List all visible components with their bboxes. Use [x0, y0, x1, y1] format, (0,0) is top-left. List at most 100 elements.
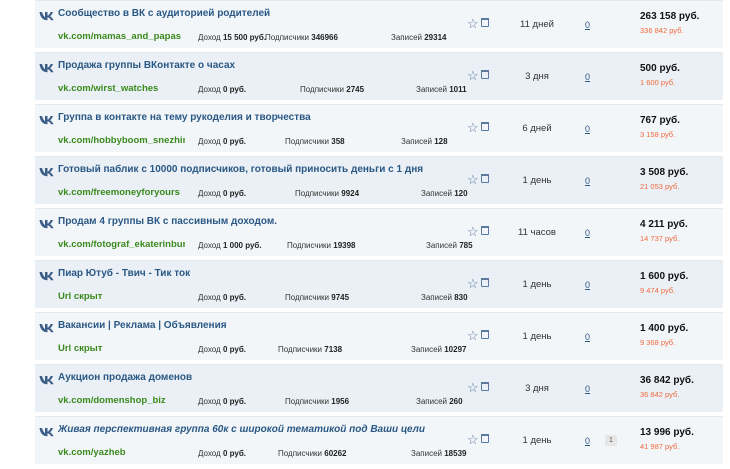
subscribers-label: Подписчики — [300, 85, 345, 94]
posts-stat: Записей 29314 — [391, 33, 446, 42]
posts-value: 260 — [449, 397, 463, 406]
posts-label: Записей — [421, 189, 452, 198]
listing-age: 6 дней — [522, 123, 552, 134]
old-price: 36 842 руб. — [640, 390, 680, 399]
vk-logo-icon — [39, 168, 54, 177]
listing-title-link[interactable]: Сообщество в ВК с аудиторией родителей — [58, 8, 270, 19]
star-icon[interactable]: ☆ — [467, 433, 479, 446]
price: 3 508 руб. — [640, 167, 689, 178]
star-icon[interactable]: ☆ — [467, 225, 479, 238]
comments-count-link[interactable]: 0 — [585, 436, 590, 446]
listing-url-link[interactable]: Url скрыт — [58, 343, 185, 354]
vk-logo-icon — [39, 220, 54, 229]
posts-value: 18539 — [444, 449, 467, 458]
star-icon[interactable]: ☆ — [467, 121, 479, 134]
listing-row[interactable]: Пиар Ютуб - Твич - Тик ток Url скрыт Дох… — [35, 260, 723, 308]
listing-title-link[interactable]: Живая перспективная группа 60к с широкой… — [58, 424, 425, 435]
comments-count-link[interactable]: 0 — [585, 228, 590, 238]
listing-row[interactable]: Продажа группы ВКонтакте о часах vk.com/… — [35, 52, 723, 100]
comments-count-link[interactable]: 0 — [585, 280, 590, 290]
trash-icon[interactable] — [481, 434, 489, 443]
subscribers-label: Подписчики — [285, 137, 330, 146]
comments-count-link[interactable]: 0 — [585, 176, 590, 186]
listing-url-link[interactable]: vk.com/fotograf_ekaterinburg — [58, 239, 185, 250]
trash-icon[interactable] — [481, 18, 489, 27]
listing-age: 11 дней — [520, 19, 554, 30]
listing-url-link[interactable]: vk.com/domenshop_biz — [58, 395, 185, 406]
subscribers-label: Подписчики — [285, 397, 330, 406]
trash-icon[interactable] — [481, 226, 489, 235]
income-value: 0 руб. — [222, 293, 247, 302]
listing-title-link[interactable]: Группа в контакте на тему рукоделия и тв… — [58, 112, 311, 123]
subscribers-stat: Подписчики 346966 — [265, 33, 338, 42]
star-icon[interactable]: ☆ — [467, 277, 479, 290]
income-label: Доход — [198, 241, 221, 250]
price: 1 400 руб. — [640, 323, 689, 334]
comments-count-link[interactable]: 0 — [585, 20, 590, 30]
listing-row[interactable]: Готовый паблик с 10000 подписчиков, гото… — [35, 156, 723, 204]
star-icon[interactable]: ☆ — [467, 329, 479, 342]
subscribers-label: Подписчики — [287, 241, 332, 250]
trash-icon[interactable] — [481, 330, 489, 339]
listing-title-link[interactable]: Аукцион продажа доменов — [58, 372, 192, 383]
star-icon[interactable]: ☆ — [467, 381, 479, 394]
listing-title-link[interactable]: Продам 4 группы ВК с пассивным доходом. — [58, 216, 277, 227]
trash-icon[interactable] — [481, 70, 489, 79]
listing-row[interactable]: Вакансии | Реклама | Объявления Url скры… — [35, 312, 723, 360]
income-value: 15 500 руб. — [222, 33, 267, 42]
price: 263 158 руб. — [640, 11, 700, 22]
listing-row[interactable]: Группа в контакте на тему рукоделия и тв… — [35, 104, 723, 152]
comments-count-link[interactable]: 0 — [585, 124, 590, 134]
subscribers-value: 358 — [331, 137, 345, 146]
subscribers-value: 7138 — [324, 345, 343, 354]
trash-icon[interactable] — [481, 278, 489, 287]
posts-stat: Записей 128 — [401, 137, 448, 146]
listing-title-link[interactable]: Продажа группы ВКонтакте о часах — [58, 60, 235, 71]
old-price: 21 053 руб. — [640, 182, 680, 191]
income-label: Доход — [198, 33, 221, 42]
posts-label: Записей — [426, 241, 457, 250]
trash-icon[interactable] — [481, 122, 489, 131]
posts-value: 10297 — [444, 345, 467, 354]
listing-age: 1 день — [522, 279, 552, 290]
listing-url-link[interactable]: vk.com/yazheb — [58, 447, 185, 458]
comments-count-link[interactable]: 0 — [585, 332, 590, 342]
star-icon[interactable]: ☆ — [467, 69, 479, 82]
star-icon[interactable]: ☆ — [467, 17, 479, 30]
price: 1 600 руб. — [640, 271, 689, 282]
vk-logo-icon — [39, 12, 54, 21]
income-value: 0 руб. — [222, 345, 247, 354]
posts-value: 128 — [434, 137, 448, 146]
comments-count-link[interactable]: 0 — [585, 72, 590, 82]
posts-value: 785 — [459, 241, 473, 250]
posts-value: 1011 — [449, 85, 467, 94]
listing-title-link[interactable]: Пиар Ютуб - Твич - Тик ток — [58, 268, 190, 279]
comments-count-link[interactable]: 0 — [585, 384, 590, 394]
listing-row[interactable]: Живая перспективная группа 60к с широкой… — [35, 416, 723, 464]
listing-url-link[interactable]: vk.com/mamas_and_papas — [58, 31, 185, 42]
star-icon[interactable]: ☆ — [467, 173, 479, 186]
listing-url-link[interactable]: vk.com/freemoneyforyours — [58, 187, 185, 198]
income-label: Доход — [198, 449, 221, 458]
listing-url-link[interactable]: vk.com/wirst_watches — [58, 83, 185, 94]
subscribers-value: 9745 — [331, 293, 350, 302]
listing-row[interactable]: Аукцион продажа доменов vk.com/domenshop… — [35, 364, 723, 412]
subscribers-stat: Подписчики 9924 — [295, 189, 359, 198]
listing-url-link[interactable]: vk.com/hobbyboom_snezhinka — [58, 135, 185, 146]
trash-icon[interactable] — [481, 174, 489, 183]
income-stat: Доход 0 руб. — [198, 293, 246, 302]
listing-url-link[interactable]: Url скрыт — [58, 291, 185, 302]
listing-row[interactable]: Сообщество в ВК с аудиторией родителей v… — [35, 0, 723, 48]
listing-row[interactable]: Продам 4 группы ВК с пассивным доходом. … — [35, 208, 723, 256]
subscribers-stat: Подписчики 2745 — [300, 85, 364, 94]
income-value: 0 руб. — [222, 137, 247, 146]
vk-logo-icon — [39, 116, 54, 125]
listing-title-link[interactable]: Готовый паблик с 10000 подписчиков, гото… — [58, 164, 423, 175]
income-value: 0 руб. — [222, 397, 247, 406]
subscribers-value: 2745 — [346, 85, 365, 94]
vk-logo-icon — [39, 428, 54, 437]
posts-stat: Записей 120 — [421, 189, 468, 198]
posts-value: 29314 — [424, 33, 447, 42]
listing-title-link[interactable]: Вакансии | Реклама | Объявления — [58, 320, 227, 331]
trash-icon[interactable] — [481, 382, 489, 391]
